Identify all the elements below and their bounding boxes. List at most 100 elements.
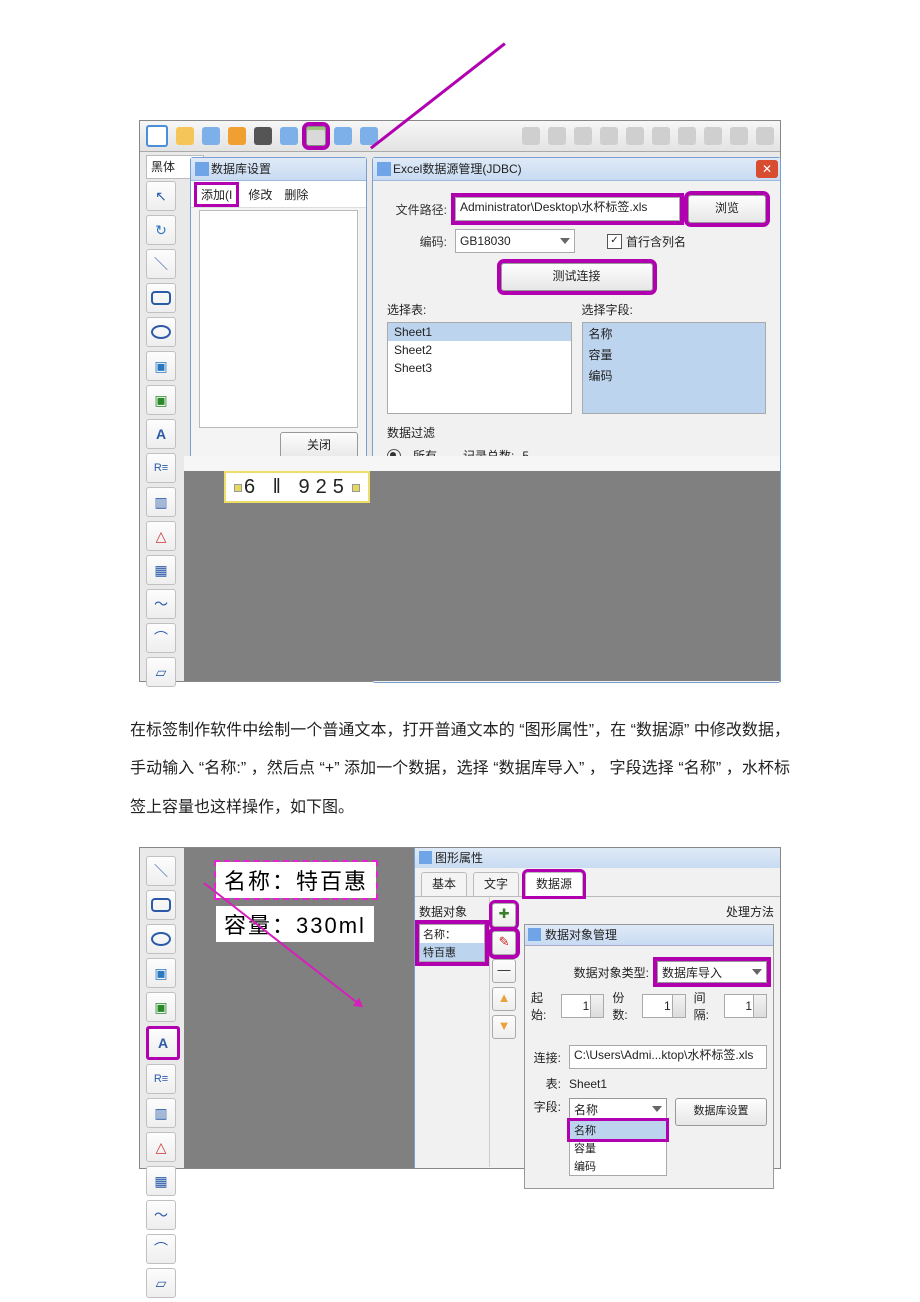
richtext-tool-icon[interactable]: R≡ (146, 1064, 176, 1094)
field-select[interactable]: 名称 (569, 1098, 667, 1120)
redo-icon[interactable] (626, 127, 644, 145)
tab-datasource[interactable]: 数据源 (525, 872, 583, 896)
first-row-header-label: 首行含列名 (626, 233, 686, 250)
zoom-in-icon[interactable] (652, 127, 670, 145)
table-item[interactable]: Sheet2 (388, 341, 571, 359)
file-path-input[interactable]: Administrator\Desktop\水杯标签.xls (455, 197, 680, 221)
copy-icon[interactable] (548, 127, 566, 145)
line-tool-icon[interactable]: ＼ (146, 856, 176, 886)
tab-basic[interactable]: 基本 (421, 872, 467, 896)
zoom-out-icon[interactable] (678, 127, 696, 145)
curve-tool-icon[interactable]: 〜 (146, 1200, 176, 1230)
line-tool-icon[interactable]: ＼ (146, 249, 176, 279)
excel-dialog-title: Excel数据源管理(JDBC) (373, 158, 780, 181)
barcode-tool-icon[interactable]: ▥ (146, 487, 176, 517)
image-tool-icon[interactable]: ▣ (146, 351, 176, 381)
count-spinner[interactable]: 1 (642, 994, 685, 1018)
file-path-label: 文件路径: (387, 201, 447, 218)
settings-icon[interactable] (228, 127, 246, 145)
paste-icon[interactable] (574, 127, 592, 145)
tab-text[interactable]: 文字 (473, 872, 519, 896)
cursor-tool-icon[interactable]: ↖ (146, 181, 176, 211)
db-add-menu[interactable]: 添加(I (197, 185, 236, 204)
triangle-tool-icon[interactable]: △ (146, 1132, 176, 1162)
fit-icon[interactable] (730, 127, 748, 145)
test-connection-button[interactable]: 测试连接 (501, 263, 653, 291)
data-object-item[interactable]: 特百惠 (420, 943, 484, 961)
database-icon[interactable] (306, 126, 326, 146)
text-object-value: 925 (299, 476, 350, 498)
field-option[interactable]: 容量 (570, 1139, 666, 1157)
add-data-object-button[interactable]: ✚ (492, 903, 516, 927)
callout-arrow-icon (370, 146, 372, 147)
ellipse-tool-icon[interactable] (146, 924, 176, 954)
barcode-tool-icon[interactable]: ▥ (146, 1098, 176, 1128)
remove-data-object-button[interactable]: — (492, 959, 516, 983)
curve-tool-icon[interactable]: 〜 (146, 589, 176, 619)
open-icon[interactable] (176, 127, 194, 145)
picture-tool-icon[interactable]: ▣ (146, 992, 176, 1022)
image-tool-icon[interactable]: ▣ (146, 958, 176, 988)
text-tool-icon[interactable]: A (146, 1026, 180, 1060)
save-icon[interactable] (202, 127, 220, 145)
edit-data-object-button[interactable]: ✎ (492, 931, 516, 955)
text-object-name[interactable]: 名称：特百惠 (216, 862, 376, 898)
undo-icon[interactable] (600, 127, 618, 145)
zoom-reset-icon[interactable] (704, 127, 722, 145)
field-dropdown-list[interactable]: 名称 容量 编码 (569, 1120, 667, 1176)
polygon-tool-icon[interactable]: ▱ (146, 657, 176, 687)
db-delete-menu[interactable]: 删除 (284, 186, 308, 203)
field-option[interactable]: 名称 (570, 1121, 666, 1139)
management-title-text: 数据对象管理 (545, 928, 617, 942)
first-row-header-checkbox[interactable]: ✓首行含列名 (607, 233, 686, 250)
gap-spinner[interactable]: 1 (724, 994, 767, 1018)
field-option[interactable]: 编码 (570, 1157, 666, 1175)
data-object-list[interactable]: 名称： 特百惠 (419, 924, 485, 962)
cut-icon[interactable] (522, 127, 540, 145)
encoding-select[interactable]: GB18030 (455, 229, 575, 253)
design-canvas[interactable] (184, 471, 780, 681)
close-icon[interactable]: ✕ (756, 160, 778, 178)
arc-tool-icon[interactable]: ⌒ (146, 1234, 176, 1264)
database-settings-button[interactable]: 数据库设置 (675, 1098, 767, 1126)
db-modify-menu[interactable]: 修改 (248, 186, 272, 203)
table-item[interactable]: Sheet3 (388, 359, 571, 377)
network-icon[interactable] (334, 127, 352, 145)
ellipse-tool-icon[interactable] (146, 317, 176, 347)
move-up-button[interactable]: ▲ (492, 987, 516, 1011)
print-icon[interactable] (254, 127, 272, 145)
picture-tool-icon[interactable]: ▣ (146, 385, 176, 415)
selected-text-object[interactable]: 6 ‖ 925 (226, 473, 368, 501)
rotate-tool-icon[interactable]: ↻ (146, 215, 176, 245)
selection-handle-icon[interactable] (234, 484, 242, 492)
start-spinner[interactable]: 1 (561, 994, 604, 1018)
new-doc-icon[interactable] (146, 125, 168, 147)
table-list[interactable]: Sheet1 Sheet2 Sheet3 (387, 322, 572, 414)
process-method-header: 处理方法 (524, 903, 774, 920)
table-item[interactable]: Sheet1 (388, 323, 571, 341)
triangle-tool-icon[interactable]: △ (146, 521, 176, 551)
management-title: 数据对象管理 (525, 925, 773, 946)
field-item[interactable]: 名称 (583, 323, 766, 344)
field-list[interactable]: 名称 容量 编码 (582, 322, 767, 414)
browse-button[interactable]: 浏览 (688, 195, 766, 223)
table-tool-icon[interactable]: ▦ (146, 1166, 176, 1196)
richtext-tool-icon[interactable]: R≡ (146, 453, 176, 483)
object-type-select[interactable]: 数据库导入 (657, 961, 767, 983)
selection-handle-icon[interactable] (352, 484, 360, 492)
text-tool-icon[interactable]: A (146, 419, 176, 449)
round-rect-tool-icon[interactable] (146, 890, 176, 920)
db-settings-list[interactable] (199, 210, 358, 428)
field-item[interactable]: 编码 (583, 365, 766, 386)
polygon-tool-icon[interactable]: ▱ (146, 1268, 176, 1298)
preview-icon[interactable] (280, 127, 298, 145)
data-object-management-panel: 数据对象管理 数据对象类型: 数据库导入 起始: 1 份数: 1 (524, 924, 774, 1189)
data-object-item[interactable]: 名称： (420, 925, 484, 943)
round-rect-tool-icon[interactable] (146, 283, 176, 313)
table-tool-icon[interactable]: ▦ (146, 555, 176, 585)
connection-input[interactable]: C:\Users\Admi...ktop\水杯标签.xls (569, 1045, 767, 1069)
field-item[interactable]: 容量 (583, 344, 766, 365)
move-down-button[interactable]: ▼ (492, 1015, 516, 1039)
fullscreen-icon[interactable] (756, 127, 774, 145)
arc-tool-icon[interactable]: ⌒ (146, 623, 176, 653)
